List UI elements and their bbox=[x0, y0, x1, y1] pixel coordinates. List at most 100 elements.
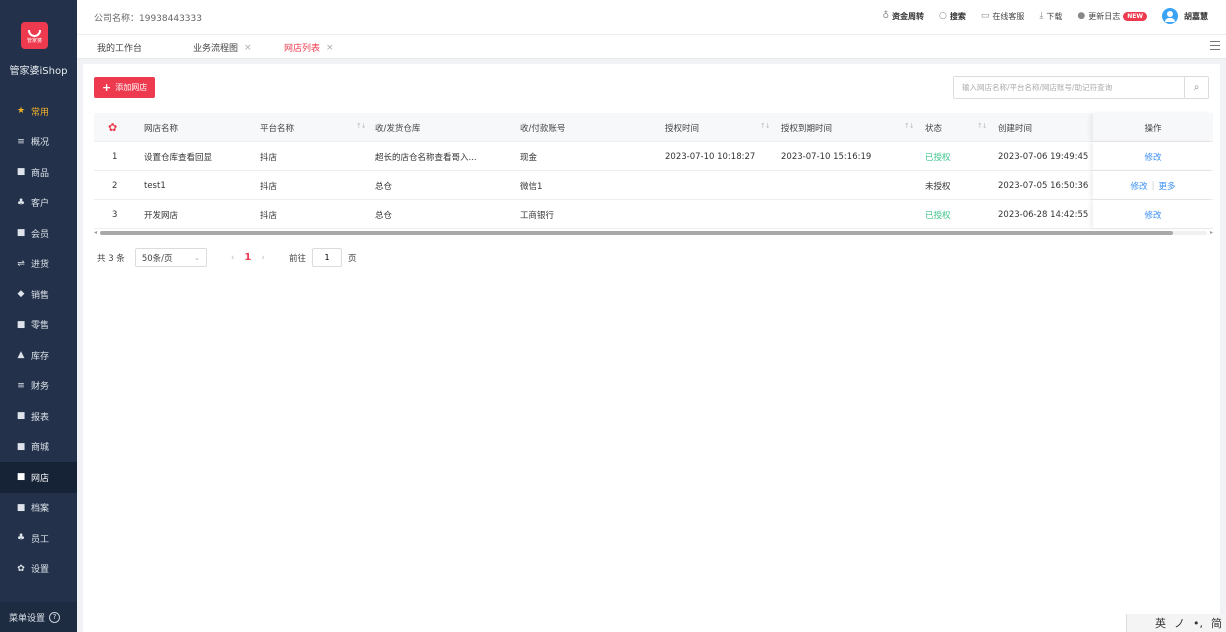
online-service-button[interactable]: ▭ 在线客服 bbox=[981, 11, 1025, 22]
company-name: 公司名称：19938443333 bbox=[94, 14, 202, 24]
sort-icon[interactable]: ↑↓ bbox=[356, 122, 367, 130]
page-number[interactable]: 1 bbox=[244, 252, 251, 263]
goto-page-input[interactable] bbox=[312, 248, 343, 267]
edit-link[interactable]: 修改 bbox=[1131, 180, 1148, 192]
main-panel: + 添加网店 ⌕ ✿ 网店名称 平台名称 ↑↓ 收/发货仓库 收/付款账号 授权… bbox=[83, 64, 1220, 632]
menu-icon: ■ bbox=[16, 228, 26, 239]
sidebar-item[interactable]: ■ 商品 bbox=[0, 157, 77, 188]
tab-label: 网店列表 bbox=[284, 44, 321, 54]
menu-icon: ≡ bbox=[17, 136, 25, 147]
scroll-left-icon[interactable]: ◂ bbox=[94, 229, 97, 236]
tabs-menu-icon[interactable] bbox=[1210, 41, 1220, 51]
col-auth-time: 授权时间 bbox=[665, 123, 700, 134]
avatar-icon bbox=[1162, 8, 1178, 24]
menu-icon: ■ bbox=[16, 441, 26, 452]
cell-name: test1 bbox=[144, 180, 166, 191]
download-label: 下载 bbox=[1046, 11, 1063, 21]
table-body: 1 设置仓库查看回显 抖店 超长的店仓名称查看哥入... 现金 2023-07-10 10… bbox=[94, 142, 1213, 229]
op-cell: 修改 | 更多 bbox=[1093, 171, 1213, 199]
horizontal-scrollbar[interactable]: ◂ ▸ bbox=[94, 229, 1213, 237]
tab-workbench[interactable]: 我的工作台 bbox=[97, 41, 142, 54]
more-link[interactable]: 更多 bbox=[1158, 180, 1175, 192]
close-icon[interactable]: × bbox=[244, 43, 252, 53]
online-service-label: 在线客服 bbox=[992, 11, 1025, 21]
cell-name: 开发网店 bbox=[144, 210, 179, 221]
add-shop-button[interactable]: + 添加网店 bbox=[94, 77, 156, 98]
changelog-button[interactable]: ● 更新日志 NEW bbox=[1077, 11, 1147, 22]
op-cell: 修改 bbox=[1093, 142, 1213, 170]
close-icon[interactable]: × bbox=[326, 43, 334, 53]
next-page-icon[interactable]: › bbox=[261, 253, 265, 263]
sidebar-item-label: 库存 bbox=[31, 351, 50, 362]
sidebar-menu: ★ 常用 ≡ 概况 ■ 商品 ♣ 客户 ■ 会员 ⇌ 进货 ◆ 销售 ■ 零售 ▲ 库存 ≡ 财务 ■ 报表 ■ 商城 ■ 网店 ■… bbox=[0, 96, 77, 584]
sidebar-item[interactable]: ★ 常用 bbox=[0, 96, 77, 127]
op-actions: 修改 | 更多 bbox=[1093, 171, 1213, 200]
cell-name: 设置仓库查看回显 bbox=[144, 152, 213, 163]
sidebar-item[interactable]: ◆ 销售 bbox=[0, 279, 77, 310]
sort-icon[interactable]: ↑↓ bbox=[977, 122, 988, 130]
menu-icon: ■ bbox=[16, 472, 26, 483]
tab-shop-list[interactable]: 网店列表 × bbox=[284, 41, 334, 55]
search-icon[interactable]: ⌕ bbox=[1184, 77, 1208, 98]
sidebar-item[interactable]: ■ 商城 bbox=[0, 432, 77, 463]
edit-link[interactable]: 修改 bbox=[1144, 151, 1161, 163]
sidebar-item[interactable]: ✿ 设置 bbox=[0, 554, 77, 585]
download-button[interactable]: ⤓ 下载 bbox=[1039, 11, 1062, 22]
page-size-select[interactable]: 50条/页 ⌄ bbox=[134, 248, 207, 267]
cell-account: 微信1 bbox=[520, 181, 543, 192]
help-icon[interactable]: ? bbox=[49, 611, 61, 623]
search-button[interactable]: ○ 搜索 bbox=[939, 11, 966, 22]
sidebar-item[interactable]: ♣ 员工 bbox=[0, 523, 77, 554]
op-actions: 修改 bbox=[1093, 200, 1213, 229]
edit-link[interactable]: 修改 bbox=[1144, 209, 1161, 221]
tab-process-flow[interactable]: 业务流程图 × bbox=[193, 41, 252, 55]
search-label: 搜索 bbox=[949, 11, 966, 21]
sidebar-item[interactable]: ■ 零售 bbox=[0, 310, 77, 341]
sidebar-item[interactable]: ▲ 库存 bbox=[0, 340, 77, 371]
sidebar-item-label: 商城 bbox=[31, 443, 50, 454]
sidebar-item[interactable]: ■ 网店 bbox=[0, 462, 77, 493]
page-suffix: 页 bbox=[348, 253, 357, 264]
shop-search-input[interactable] bbox=[954, 77, 1184, 98]
ime-indicator[interactable]: 英 ノ •, 简 bbox=[1126, 614, 1226, 632]
sidebar-item-label: 常用 bbox=[31, 107, 50, 118]
funds-label: 资金周转 bbox=[892, 11, 925, 21]
tab-bar: 我的工作台 业务流程图 × 网店列表 × bbox=[77, 35, 1226, 59]
app-logo[interactable]: 管家婆 bbox=[21, 22, 48, 49]
sidebar-item[interactable]: ≡ 概况 bbox=[0, 127, 77, 158]
chevron-down-icon: ⌄ bbox=[193, 253, 200, 262]
sidebar-item[interactable]: ■ 报表 bbox=[0, 401, 77, 432]
sidebar-item[interactable]: ≡ 财务 bbox=[0, 371, 77, 402]
cell-account: 工商银行 bbox=[520, 210, 555, 221]
sidebar-item[interactable]: ⇌ 进货 bbox=[0, 249, 77, 280]
cell-status: 已授权 bbox=[925, 210, 951, 221]
scroll-right-icon[interactable]: ▸ bbox=[1210, 229, 1213, 236]
sidebar-item-label: 销售 bbox=[31, 290, 50, 301]
sort-icon[interactable]: ↑↓ bbox=[904, 122, 915, 130]
sidebar-item[interactable]: ■ 会员 bbox=[0, 218, 77, 249]
col-created: 创建时间 bbox=[998, 123, 1033, 134]
logo-smile-icon bbox=[28, 29, 41, 37]
shop-table: ✿ 网店名称 平台名称 ↑↓ 收/发货仓库 收/付款账号 授权时间 ↑↓ 授权到… bbox=[94, 113, 1213, 229]
sidebar-item-label: 网店 bbox=[31, 473, 50, 484]
sidebar-item-label: 客户 bbox=[31, 199, 50, 210]
gear-icon[interactable]: ✿ bbox=[108, 121, 117, 134]
scroll-thumb[interactable] bbox=[100, 231, 1173, 235]
sidebar-item-label: 概况 bbox=[31, 138, 50, 149]
tab-label: 我的工作台 bbox=[97, 44, 143, 54]
logo-text: 管家婆 bbox=[26, 37, 42, 44]
prev-page-icon[interactable]: ‹ bbox=[231, 253, 235, 263]
menu-settings-button[interactable]: 菜单设置 ? bbox=[0, 602, 77, 632]
op-actions: 修改 bbox=[1093, 142, 1213, 171]
sort-icon[interactable]: ↑↓ bbox=[760, 122, 771, 130]
user-name: 胡嘉慧 bbox=[1184, 11, 1208, 21]
download-icon: ⤓ bbox=[1039, 11, 1044, 21]
cell-index: 2 bbox=[112, 180, 118, 191]
sidebar-item[interactable]: ■ 档案 bbox=[0, 493, 77, 524]
column-settings[interactable]: ✿ bbox=[108, 113, 117, 142]
add-shop-label: 添加网店 bbox=[115, 83, 148, 92]
funds-button[interactable]: ♁ 资金周转 bbox=[882, 11, 924, 22]
sidebar-item-label: 报表 bbox=[31, 412, 50, 423]
user-menu[interactable]: 胡嘉慧 bbox=[1162, 8, 1208, 24]
sidebar-item[interactable]: ♣ 客户 bbox=[0, 188, 77, 219]
